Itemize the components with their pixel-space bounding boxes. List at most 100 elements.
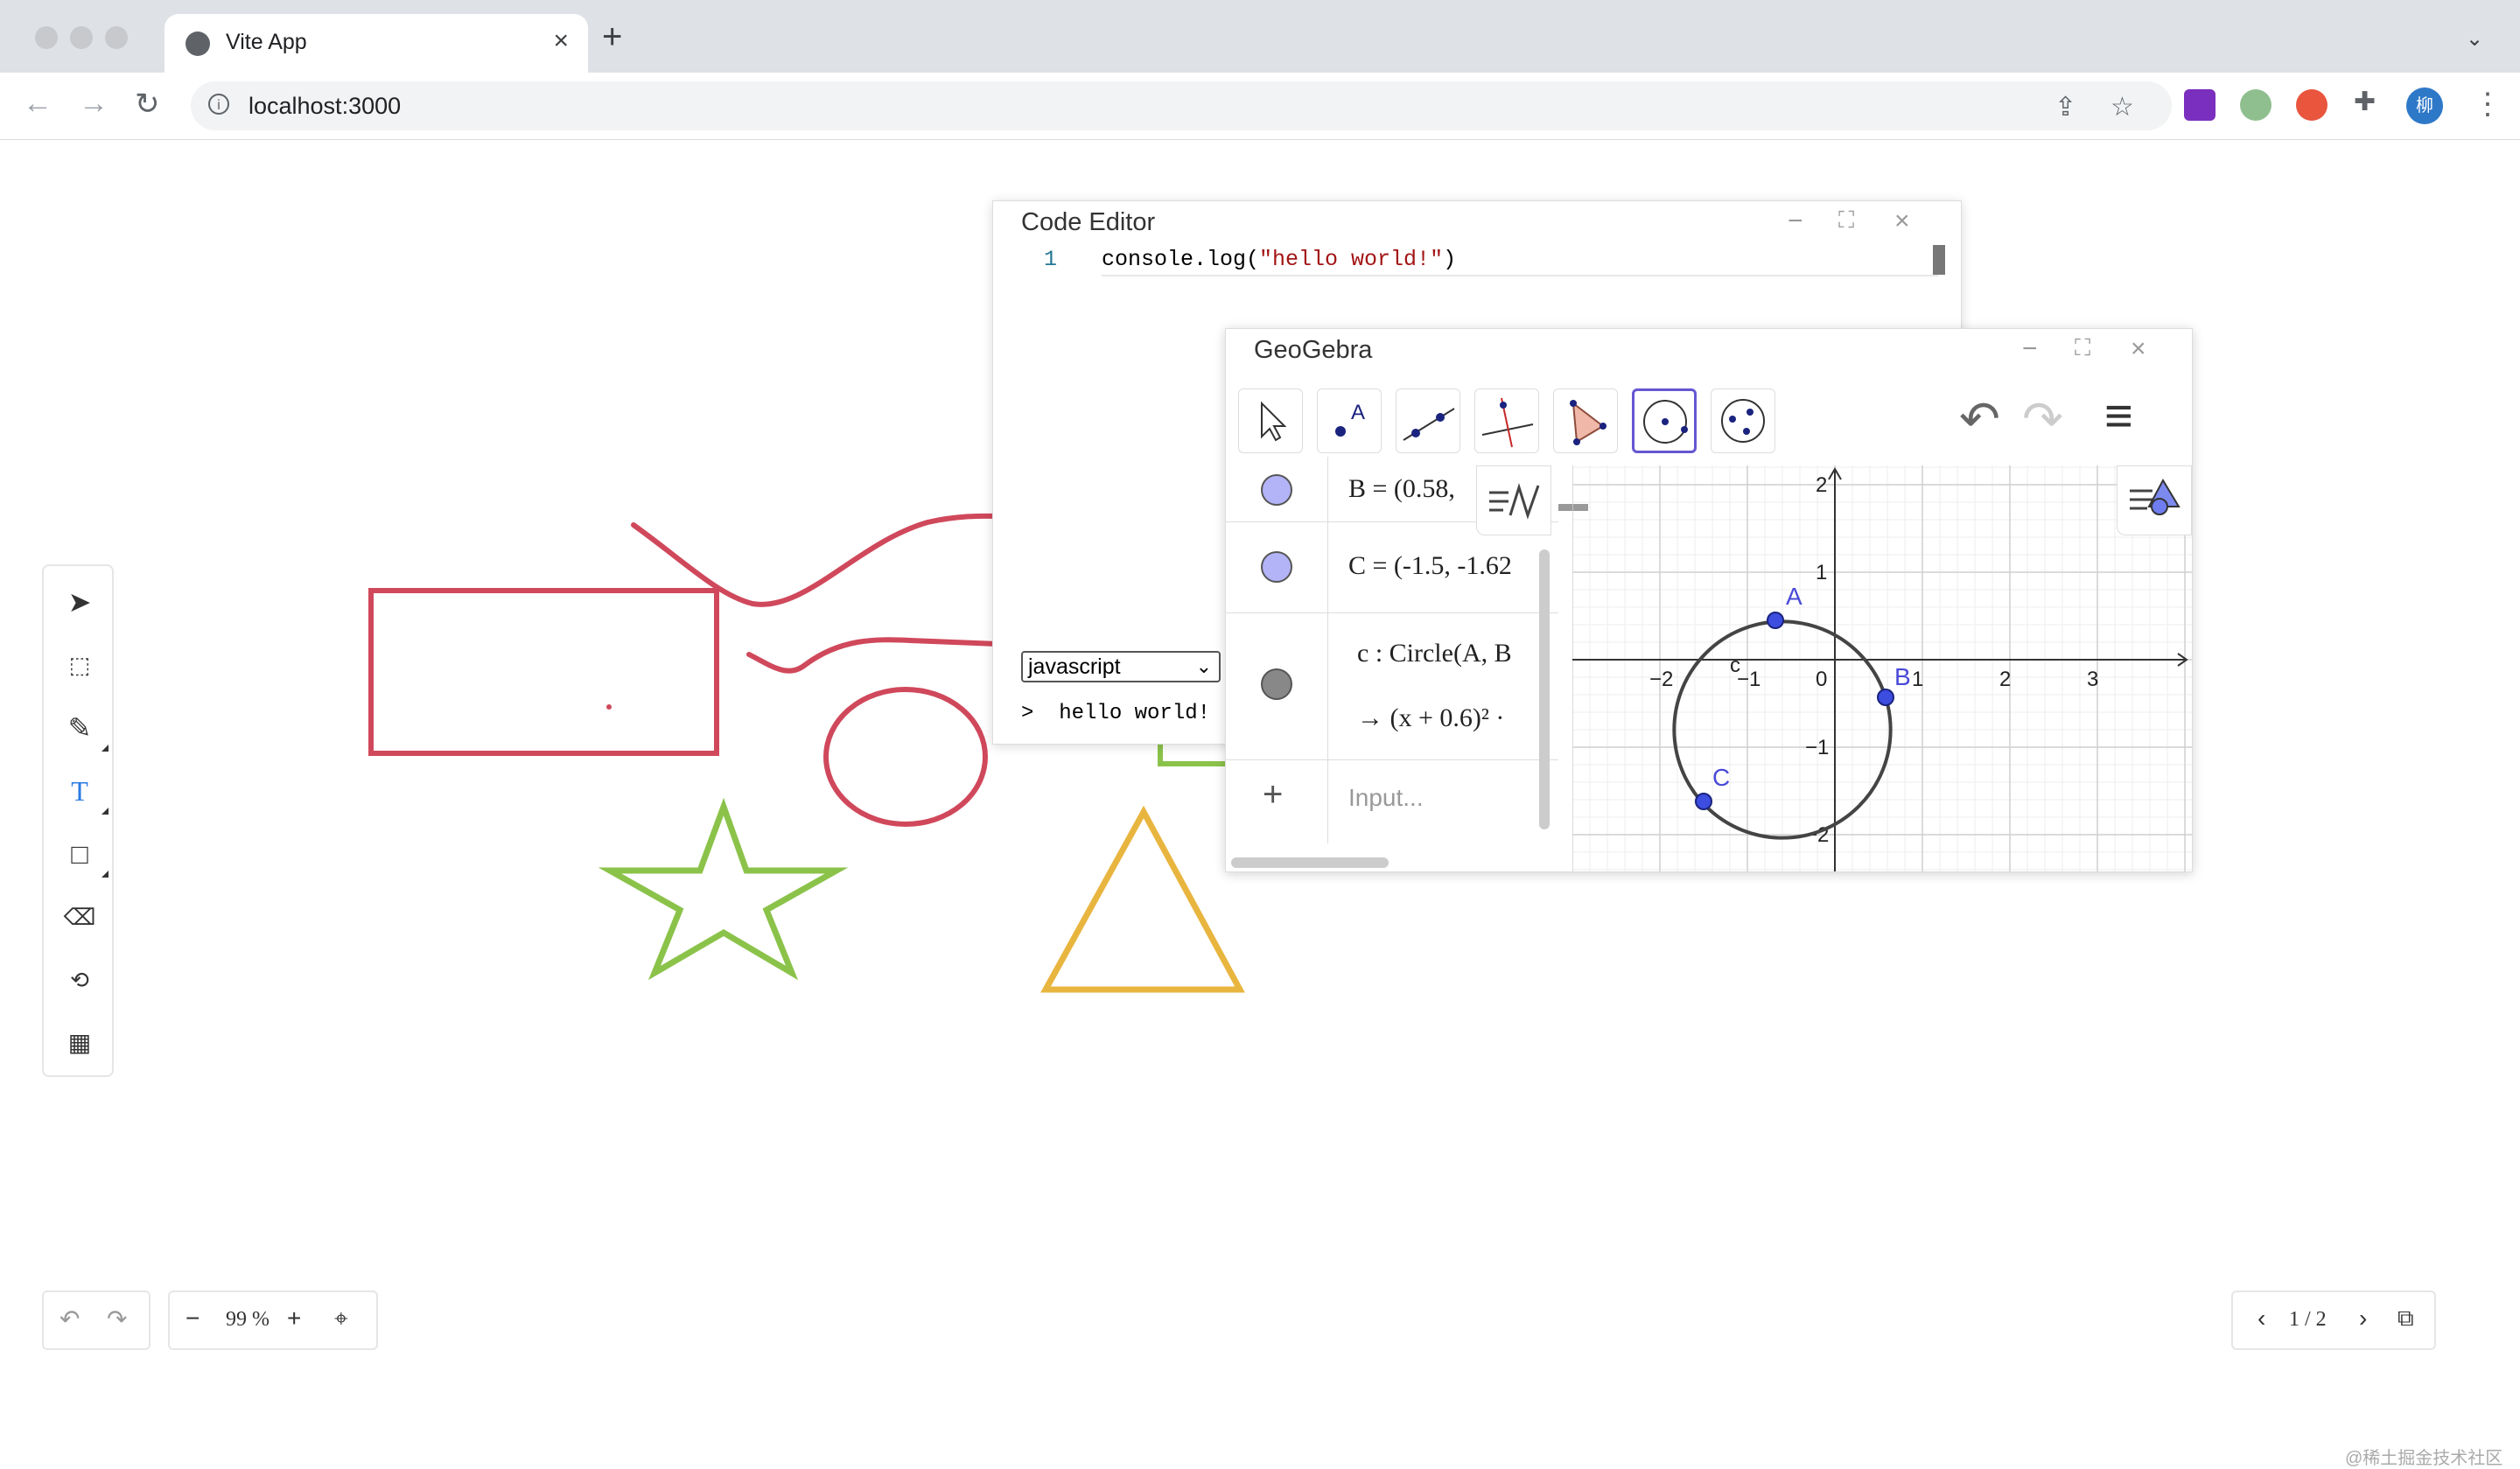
- algebra-scrollbar[interactable]: [1539, 549, 1550, 829]
- window-minimize-dot[interactable]: [70, 26, 93, 49]
- svg-text:A: A: [1351, 401, 1365, 424]
- circle-color-dot[interactable]: [1261, 668, 1292, 700]
- visibility-toggle[interactable]: [1226, 521, 1328, 612]
- zoom-in-icon[interactable]: +: [287, 1305, 301, 1333]
- visibility-toggle[interactable]: [1226, 612, 1328, 759]
- undo-icon[interactable]: ↶: [1959, 390, 2000, 448]
- point-label: B: [1894, 663, 1911, 690]
- zoom-level: 99 %: [226, 1308, 270, 1331]
- graphics-canvas[interactable]: −2 −1 0 1 2 321−1−2cABC: [1572, 465, 2192, 871]
- minimize-icon[interactable]: −: [1788, 206, 1803, 236]
- algebra-entry[interactable]: B = (0.58,: [1348, 474, 1455, 504]
- window-close-dot[interactable]: [35, 26, 58, 49]
- close-icon[interactable]: ×: [1894, 206, 1910, 236]
- recenter-icon[interactable]: ⌖: [334, 1305, 348, 1333]
- apps-grid-icon[interactable]: ▦: [61, 1025, 98, 1061]
- profile-avatar[interactable]: 柳: [2406, 87, 2443, 124]
- maximize-icon[interactable]: ⛶: [1838, 206, 1854, 234]
- point-tool-icon[interactable]: A: [1317, 388, 1382, 453]
- eraser-icon[interactable]: ⌫: [61, 899, 98, 935]
- close-icon[interactable]: ×: [2131, 334, 2146, 364]
- perpendicular-tool-icon[interactable]: [1474, 388, 1539, 453]
- circle-tool-icon[interactable]: [1632, 388, 1697, 453]
- x-tick-label: −1: [1737, 668, 1760, 691]
- maximize-icon[interactable]: ⛶: [2075, 334, 2090, 362]
- algebra-input[interactable]: Input...: [1348, 784, 1424, 812]
- code-line[interactable]: console.log("hello world!"): [1102, 247, 1456, 272]
- select-cursor-icon[interactable]: ➤: [61, 584, 98, 620]
- polygon-tool-icon[interactable]: [1553, 388, 1618, 453]
- red-ellipse: [823, 687, 988, 827]
- new-tab-button[interactable]: +: [602, 17, 622, 57]
- pencil-icon[interactable]: ✎: [61, 710, 108, 752]
- language-value: javascript: [1028, 654, 1121, 679]
- redo-icon[interactable]: ↷: [107, 1305, 127, 1333]
- text-tool-icon[interactable]: T: [61, 773, 108, 815]
- code-editor-title: Code Editor: [1021, 208, 1156, 236]
- graphics-style-button[interactable]: [2117, 465, 2192, 535]
- browser-tab[interactable]: Vite App ×: [164, 14, 588, 73]
- language-select[interactable]: javascript ⌄: [1021, 651, 1221, 682]
- undo-icon[interactable]: ↶: [60, 1305, 80, 1333]
- extensions-puzzle-icon[interactable]: ✚: [2354, 87, 2376, 117]
- tab-close-icon[interactable]: ×: [553, 26, 569, 56]
- back-icon[interactable]: ←: [23, 87, 52, 121]
- reload-icon[interactable]: ↻: [135, 87, 160, 122]
- circle-three-points-icon[interactable]: [1711, 388, 1775, 453]
- bookmark-star-icon[interactable]: ☆: [2110, 92, 2134, 122]
- add-item-cell[interactable]: +: [1226, 759, 1328, 843]
- address-bar[interactable]: i localhost:3000 ⇪ ☆: [191, 81, 2172, 130]
- move-tool-icon[interactable]: [1238, 388, 1303, 453]
- y-tick-label: 2: [1816, 473, 1827, 497]
- point-label: A: [1786, 583, 1802, 610]
- shape-rectangle-icon[interactable]: □: [61, 836, 108, 878]
- geogebra-window[interactable]: GeoGebra − ⛶ × A ↶ ↷ ≡ B = (0.58, C = (-…: [1225, 328, 2193, 872]
- globe-icon: [186, 31, 210, 56]
- browser-menu-icon[interactable]: ⋮: [2473, 87, 2502, 122]
- hamburger-menu-icon[interactable]: ≡: [2104, 387, 2133, 444]
- zoom-out-icon[interactable]: −: [186, 1305, 200, 1333]
- editor-scrollbar[interactable]: [1933, 245, 1945, 275]
- green-partial-shape: [1158, 744, 1225, 766]
- point-color-dot[interactable]: [1261, 474, 1292, 506]
- geo-point: [1877, 689, 1894, 706]
- zoom-controls: − 99 % + ⌖: [168, 1291, 378, 1350]
- algebra-hscrollbar[interactable]: [1231, 857, 1389, 868]
- point-color-dot[interactable]: [1261, 551, 1292, 583]
- url-text[interactable]: localhost:3000: [248, 93, 401, 120]
- plus-icon[interactable]: +: [1263, 775, 1283, 815]
- minimize-icon[interactable]: −: [2022, 334, 2038, 364]
- code-string: "hello world!": [1259, 247, 1444, 272]
- algebra-input-row[interactable]: + Input...: [1226, 759, 1558, 843]
- tab-title: Vite App: [226, 30, 307, 54]
- visibility-toggle[interactable]: [1226, 457, 1328, 521]
- extension-rp-icon[interactable]: [2184, 89, 2216, 121]
- extension-circle-icon[interactable]: [2240, 89, 2272, 121]
- algebra-row-circle[interactable]: c : Circle(A, B → (x + 0.6)² ·: [1226, 612, 1558, 760]
- extension-color-icon[interactable]: [2296, 89, 2328, 121]
- clear-icon[interactable]: ⟲: [61, 962, 98, 998]
- window-zoom-dot[interactable]: [105, 26, 128, 49]
- page-indicator: 1 / 2: [2289, 1308, 2327, 1331]
- line-tool-icon[interactable]: [1396, 388, 1460, 453]
- forward-icon[interactable]: →: [79, 87, 108, 121]
- redo-icon[interactable]: ↷: [2022, 390, 2063, 448]
- page-controls: ‹ 1 / 2 › ⧉: [2231, 1291, 2436, 1350]
- green-star: [598, 797, 849, 981]
- algebra-style-button[interactable]: [1476, 465, 1551, 535]
- algebra-view[interactable]: B = (0.58, C = (-1.5, ‑1.62 c : Circle(A…: [1226, 457, 1558, 871]
- area-select-icon[interactable]: ⬚: [61, 647, 98, 683]
- tab-search-icon[interactable]: ⌄: [2466, 26, 2483, 52]
- site-info-icon[interactable]: i: [208, 94, 229, 115]
- code-close-paren: ): [1443, 247, 1457, 272]
- console-output: > hello world!: [1021, 702, 1211, 725]
- next-page-icon[interactable]: ›: [2359, 1305, 2367, 1333]
- y-tick-label: 1: [1816, 561, 1827, 584]
- algebra-entry[interactable]: C = (-1.5, ‑1.62: [1348, 551, 1512, 581]
- algebra-entry[interactable]: c : Circle(A, B: [1357, 639, 1512, 668]
- share-icon[interactable]: ⇪: [2054, 92, 2076, 122]
- add-page-icon[interactable]: ⧉: [2398, 1305, 2414, 1333]
- graphics-view[interactable]: −2 −1 0 1 2 3 2 1 −1 −2 c A B C: [1572, 465, 2192, 871]
- prev-page-icon[interactable]: ‹: [2258, 1305, 2265, 1333]
- code-call: console.log(: [1102, 247, 1260, 272]
